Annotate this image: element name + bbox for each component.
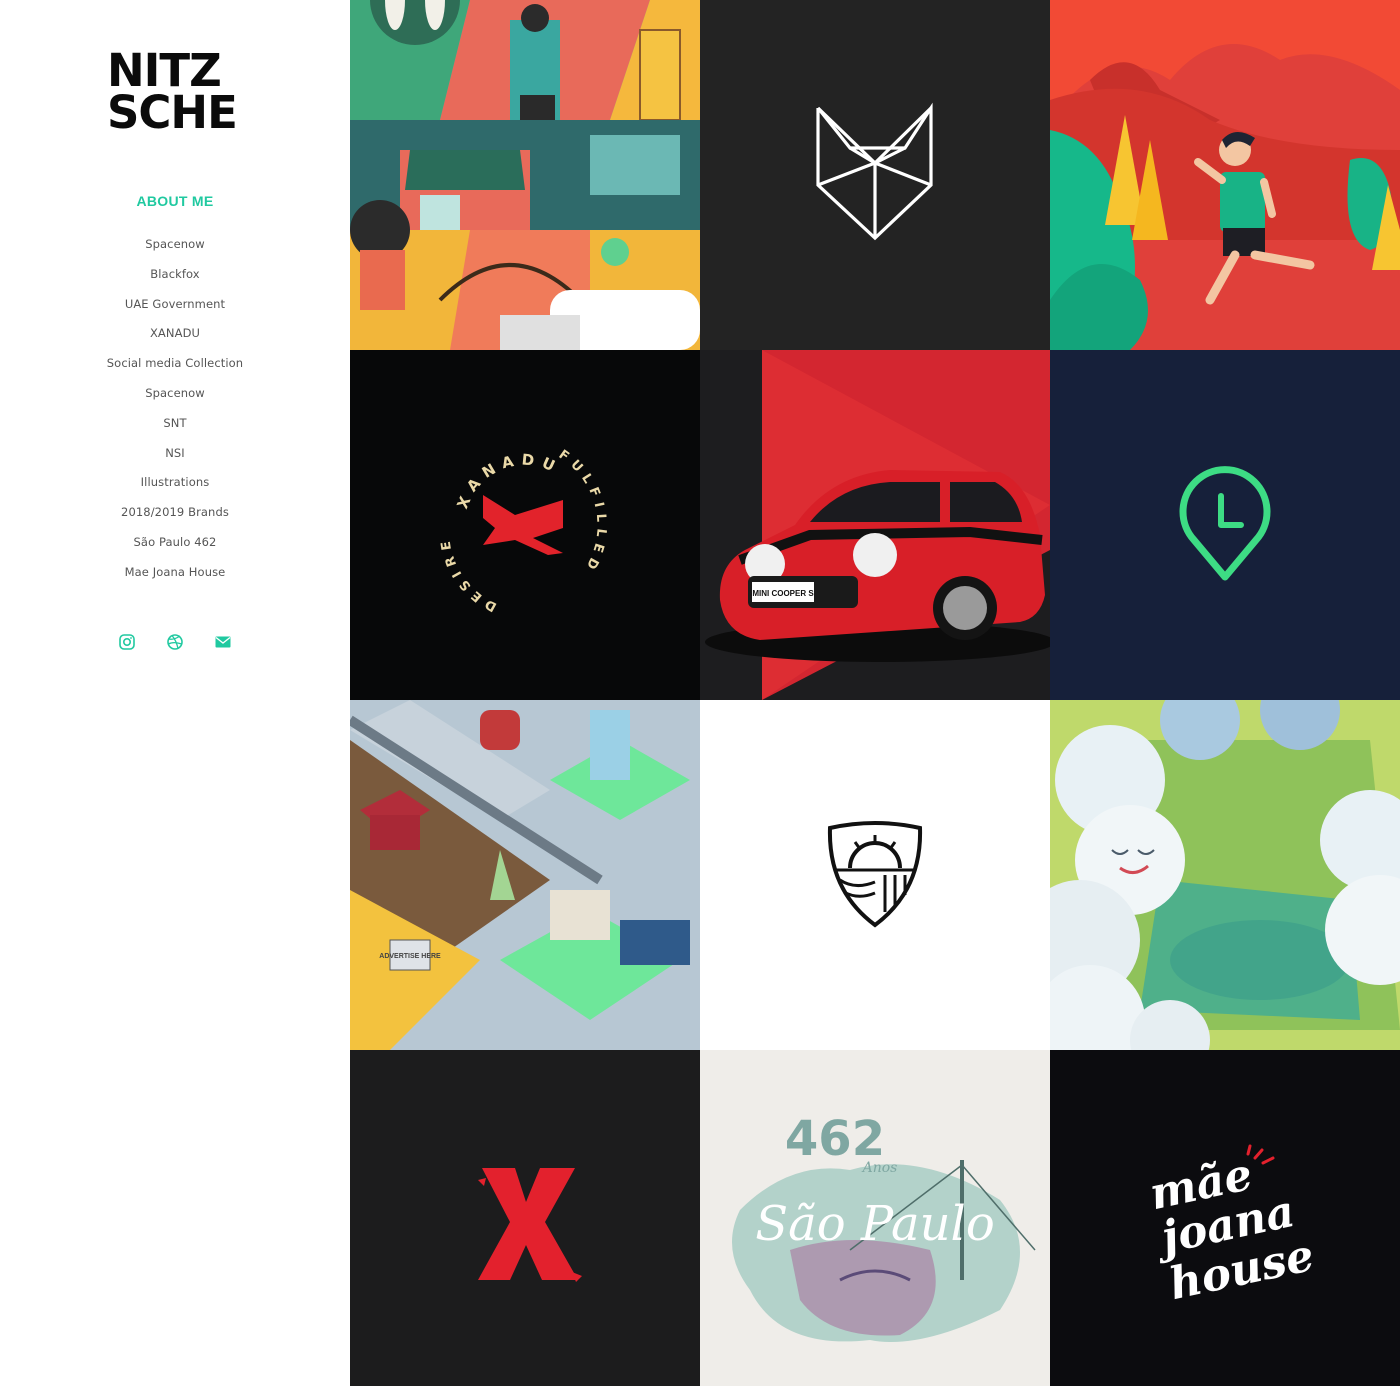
about-me-link[interactable]: ABOUT ME: [0, 193, 350, 209]
nav-item: Mae Joana House: [0, 563, 350, 593]
runner-illustration-image: [1050, 0, 1400, 350]
nav-item: Spacenow: [0, 384, 350, 414]
project-tile-blackfox[interactable]: [700, 0, 1050, 350]
project-tile-runner-illustration[interactable]: [1050, 0, 1400, 350]
dribbble-icon[interactable]: [166, 633, 184, 651]
nav-link-blackfox[interactable]: Blackfox: [150, 267, 199, 281]
project-tile-xanadu[interactable]: XANADU FULFILLED DESIRE: [350, 350, 700, 700]
nav-item: NSI: [0, 444, 350, 474]
sp-anos-text: Anos: [861, 1160, 898, 1176]
nav-link-nsi[interactable]: NSI: [165, 446, 185, 460]
fox-logo-image: [700, 0, 1050, 350]
project-tile-spacenow-illustration[interactable]: [350, 0, 700, 350]
nav-link-brands-2018-2019[interactable]: 2018/2019 Brands: [121, 505, 229, 519]
nav-link-xanadu[interactable]: XANADU: [150, 326, 200, 340]
nav-link-spacenow-2[interactable]: Spacenow: [145, 386, 205, 400]
nav-item: UAE Government: [0, 295, 350, 325]
nav-link-illustrations[interactable]: Illustrations: [141, 475, 210, 489]
project-tile-red-x[interactable]: [350, 1050, 700, 1386]
mae-joana-house-logo-image: mãe joana house: [1050, 1050, 1400, 1386]
street-illustration-image: [350, 0, 700, 350]
billboard-text: ADVERTISE HERE: [379, 953, 441, 960]
license-plate-text: MINI COOPER S: [752, 589, 814, 598]
red-x-logo-image: [350, 1050, 700, 1386]
nav-item: São Paulo 462: [0, 533, 350, 563]
location-clock-icon: [1050, 350, 1400, 700]
project-tile-location-clock[interactable]: [1050, 350, 1400, 700]
xanadu-emblem-image: XANADU FULFILLED DESIRE: [350, 350, 700, 700]
clouds-illustration-image: [1050, 700, 1400, 1050]
sidebar: NITZ SCHE ABOUT ME Spacenow Blackfox UAE…: [0, 0, 350, 1386]
nav-item: XANADU: [0, 324, 350, 354]
shield-emblem-image: [700, 700, 1050, 1050]
project-tile-mini-cooper[interactable]: MINI COOPER S: [700, 350, 1050, 700]
project-grid: XANADU FULFILLED DESIRE MINI COOPER S AD…: [350, 0, 1400, 1386]
nav-link-snt[interactable]: SNT: [163, 416, 186, 430]
project-tile-clouds-illustration[interactable]: [1050, 700, 1400, 1050]
mail-icon[interactable]: [214, 633, 232, 651]
brand-logo[interactable]: NITZ SCHE: [107, 48, 238, 139]
project-nav: Spacenow Blackfox UAE Government XANADU …: [0, 235, 350, 593]
nav-item: SNT: [0, 414, 350, 444]
nav-item: 2018/2019 Brands: [0, 503, 350, 533]
nav-item: Spacenow: [0, 235, 350, 265]
instagram-icon[interactable]: [118, 633, 136, 651]
project-tile-sao-paulo[interactable]: 462 Anos São Paulo: [700, 1050, 1050, 1386]
sp-title-text: São Paulo: [755, 1196, 995, 1252]
brand-logo-line2: SCHE: [107, 86, 238, 139]
nav-link-mae-joana-house[interactable]: Mae Joana House: [125, 565, 226, 579]
sao-paulo-462-image: 462 Anos São Paulo: [700, 1050, 1050, 1386]
project-tile-isometric-city[interactable]: ADVERTISE HERE: [350, 700, 700, 1050]
nav-item: Social media Collection: [0, 354, 350, 384]
project-tile-shield-emblem[interactable]: [700, 700, 1050, 1050]
nav-item: Illustrations: [0, 473, 350, 503]
nav-link-social-media-collection[interactable]: Social media Collection: [107, 356, 243, 370]
nav-link-uae-government[interactable]: UAE Government: [125, 297, 225, 311]
sp-number-text: 462: [785, 1111, 885, 1167]
isometric-city-image: ADVERTISE HERE: [350, 700, 700, 1050]
project-tile-mae-joana-house[interactable]: mãe joana house: [1050, 1050, 1400, 1386]
nav-link-sao-paulo-462[interactable]: São Paulo 462: [134, 535, 217, 549]
mini-cooper-car-image: MINI COOPER S: [700, 350, 1050, 700]
social-links: [0, 633, 350, 653]
nav-link-spacenow[interactable]: Spacenow: [145, 237, 205, 251]
nav-item: Blackfox: [0, 265, 350, 295]
